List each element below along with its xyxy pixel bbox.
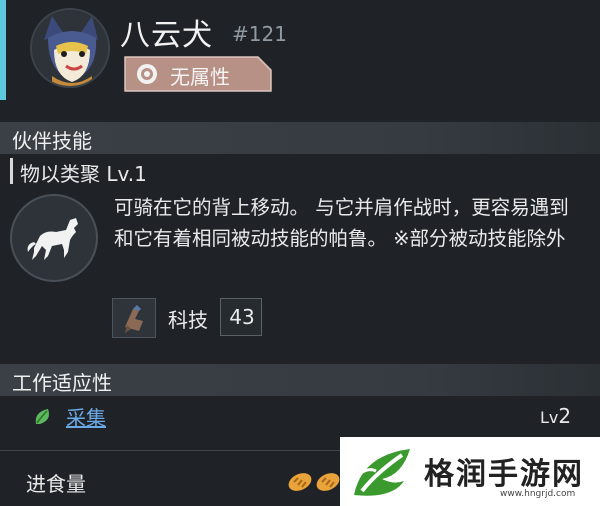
partner-skill-title: 伙伴技能	[12, 129, 92, 153]
food-label: 进食量	[26, 472, 86, 496]
partner-skill-header: 伙伴技能	[0, 122, 600, 154]
tech-value-box: 43	[220, 298, 262, 336]
watermark-logo-icon	[354, 449, 410, 496]
pal-number: #121	[232, 22, 287, 46]
watermark: 格润手游网 www.hngrjd.com	[340, 437, 600, 506]
pal-name: 八云犬	[120, 18, 213, 53]
work-level-value: 2	[558, 404, 572, 428]
pal-portrait-icon	[32, 10, 108, 86]
leaf-icon	[32, 406, 54, 428]
skill-icon	[10, 194, 98, 282]
watermark-url: www.hngrjd.com	[500, 489, 576, 499]
horse-icon	[27, 218, 78, 260]
work-row-gathering[interactable]: 采集 Lv2	[0, 398, 600, 438]
work-suitability-header: 工作适应性	[0, 364, 600, 396]
tech-item-icon	[112, 298, 156, 338]
element-badge: 无属性	[124, 56, 272, 92]
tech-value: 43	[229, 305, 255, 329]
skill-description: 可骑在它的背上移动。 与它并肩作战时，更容易遇到和它有着相同被动技能的帕鲁。 ※…	[114, 196, 569, 250]
accent-bar	[0, 0, 6, 100]
work-suitability-title: 工作适应性	[12, 371, 112, 395]
skill-title-marker	[10, 158, 13, 184]
tech-label: 科技	[168, 308, 208, 332]
pal-detail-panel: 八云犬 #121 无属性 伙伴技能 物以类聚 Lv.1 可骑在它的背上移动。 与…	[0, 0, 600, 506]
work-level: Lv2	[540, 404, 571, 428]
work-level-prefix: Lv	[540, 408, 559, 427]
neutral-element-icon	[136, 63, 158, 85]
element-label: 无属性	[170, 65, 230, 89]
work-label-link[interactable]: 采集	[66, 402, 106, 431]
pal-avatar	[30, 8, 110, 88]
watermark-text: 格润手游网	[424, 457, 584, 492]
skill-title: 物以类聚 Lv.1	[20, 162, 147, 186]
